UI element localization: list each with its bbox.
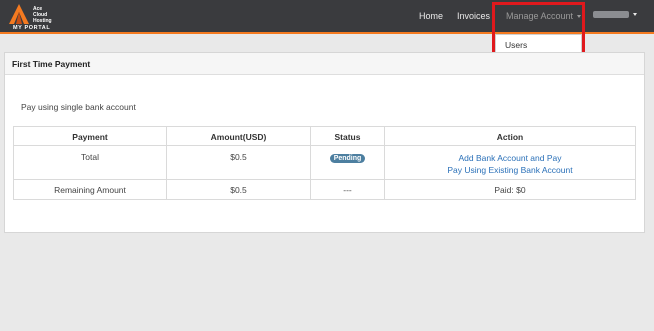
column-header: Status: [311, 127, 385, 145]
action-cell: Add Bank Account and Pay Pay Using Exist…: [385, 146, 635, 179]
table-row: Total $0.5 Pending Add Bank Account and …: [14, 146, 635, 180]
amount-cell: $0.5: [167, 146, 311, 179]
caret-down-icon: [633, 13, 637, 16]
paid-amount-cell: Paid: $0: [494, 185, 526, 195]
logo-line: Hosting: [33, 18, 52, 24]
first-time-payment-panel: First Time Payment Pay using single bank…: [4, 52, 645, 233]
add-bank-account-and-pay-link[interactable]: Add Bank Account and Pay: [385, 152, 635, 164]
status-badge: Pending: [329, 154, 366, 163]
table-header-row: Payment Amount(USD) Status Action: [14, 127, 635, 146]
payment-table: Payment Amount(USD) Status Action Total …: [13, 126, 636, 200]
pay-using-existing-bank-account-link[interactable]: Pay Using Existing Bank Account: [385, 164, 635, 176]
status-cell: ---: [311, 180, 385, 199]
payment-cell: Total: [14, 146, 167, 179]
column-header: Amount(USD): [167, 127, 311, 145]
nav-invoices-link[interactable]: Invoices: [457, 11, 490, 21]
highlight-annotation-box: [492, 2, 585, 56]
redacted-username: [593, 11, 629, 18]
status-cell: Pending: [311, 146, 385, 179]
panel-title: First Time Payment: [12, 59, 91, 69]
user-menu-dropdown[interactable]: [593, 11, 637, 18]
brand-logo[interactable]: Ace Cloud Hosting MY PORTAL: [8, 3, 68, 31]
panel-header: First Time Payment: [5, 53, 644, 75]
table-row: Remaining Amount $0.5 --- Paid: $0: [14, 180, 635, 199]
payment-cell: Remaining Amount: [14, 180, 167, 199]
column-header: Action: [496, 132, 524, 142]
logo-text: Ace Cloud Hosting: [33, 6, 52, 24]
nav-home-link[interactable]: Home: [419, 11, 443, 21]
ace-logo-icon: [9, 4, 29, 24]
column-header: Payment: [14, 127, 167, 145]
amount-cell: $0.5: [167, 180, 311, 199]
portal-label: MY PORTAL: [13, 25, 51, 31]
panel-subtitle: Pay using single bank account: [21, 102, 136, 112]
